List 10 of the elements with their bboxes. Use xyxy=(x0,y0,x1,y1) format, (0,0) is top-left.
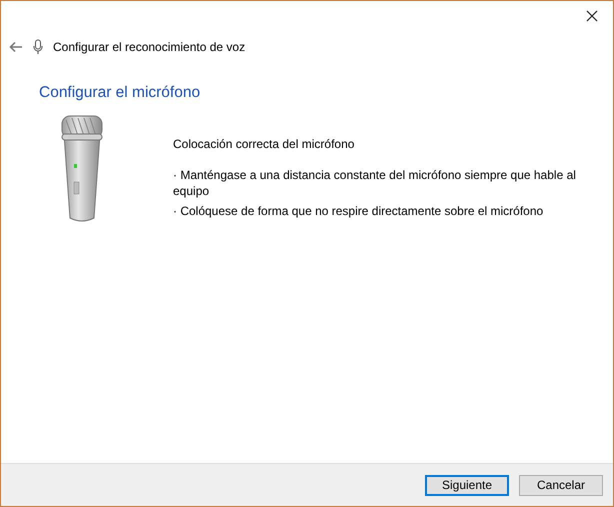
page-heading: Configurar el micrófono xyxy=(39,84,202,102)
tip-text: · Colóquese de forma que no respire directamente sobre el micrófono xyxy=(173,203,544,219)
back-arrow-icon[interactable] xyxy=(9,41,23,53)
next-button[interactable]: Siguiente xyxy=(425,474,509,496)
section-title: Colocación correcta del micrófono xyxy=(173,137,356,151)
microphone-icon xyxy=(33,39,43,55)
window-title: Configurar el reconocimiento de voz xyxy=(53,40,246,54)
tip-text: · Manténgase a una distancia constante del micrófono siempre que hable al equipo xyxy=(173,167,577,199)
cancel-button[interactable]: Cancelar xyxy=(519,474,603,496)
close-icon[interactable] xyxy=(586,10,598,22)
